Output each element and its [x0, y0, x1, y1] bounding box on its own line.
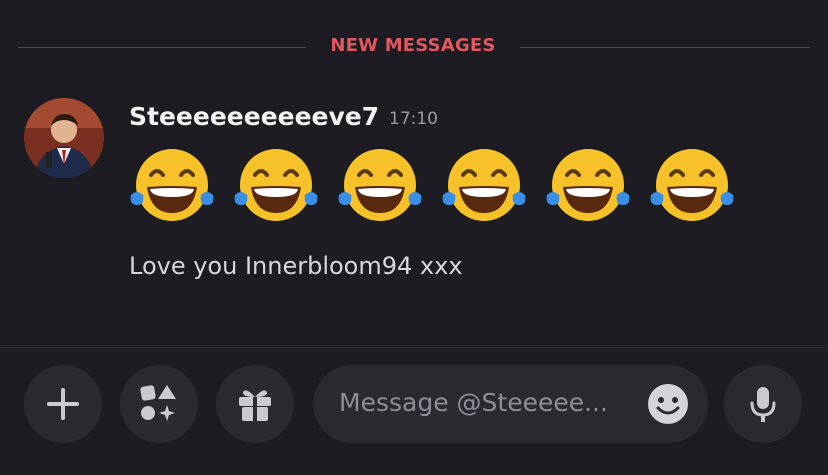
new-messages-label: NEW MESSAGES [330, 35, 496, 56]
laughing-tears-emoji [338, 149, 422, 221]
gift-icon [239, 390, 271, 421]
avatar-image [24, 98, 104, 178]
laughing-tears-emoji [442, 149, 526, 221]
mic-icon [750, 387, 776, 422]
laughing-tears-emoji [130, 149, 214, 221]
attach-button[interactable] [24, 365, 102, 443]
divider-line-left [18, 47, 306, 48]
emoji-row [127, 145, 737, 225]
message-composer: Message @Steeeee... [0, 365, 828, 445]
apps-button[interactable] [120, 365, 198, 443]
message-timestamp: 17:10 [389, 109, 438, 129]
apps-icon [140, 385, 176, 421]
message-input[interactable]: Message @Steeeee... [313, 365, 708, 443]
composer-separator [0, 347, 828, 348]
laughing-tears-emoji [546, 149, 630, 221]
plus-icon [47, 388, 79, 420]
laughing-tears-emoji [650, 149, 734, 221]
new-messages-divider: NEW MESSAGES [0, 30, 828, 64]
message: Steeeeeeeeeeve7 17:10 Love you Innerbloo… [0, 95, 828, 295]
divider-line-right [520, 47, 810, 48]
message-input-placeholder: Message @Steeeee... [339, 388, 608, 417]
emoji-picker-icon[interactable] [646, 382, 690, 426]
gift-button[interactable] [216, 365, 294, 443]
avatar[interactable] [24, 98, 104, 178]
laughing-tears-emoji [234, 149, 318, 221]
message-text: Love you Innerbloom94 xxx [129, 252, 463, 280]
voice-message-button[interactable] [724, 365, 802, 443]
author-name[interactable]: Steeeeeeeeeeve7 [129, 102, 379, 131]
